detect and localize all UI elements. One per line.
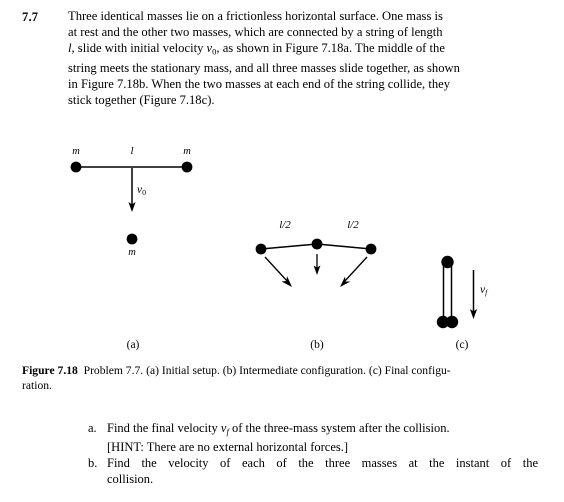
mass-dot-left xyxy=(255,243,267,255)
velocity-arrow-left-head xyxy=(281,276,292,287)
panel-a-graphics xyxy=(70,161,193,245)
label-half-length-right: l/2 xyxy=(347,219,359,231)
label-string-length: l xyxy=(130,145,134,157)
mass-dot-center xyxy=(311,238,323,250)
figure-caption-line1: Figure 7.18 Problem 7.7. (a) Initial set… xyxy=(22,364,542,379)
label-mass-left: m xyxy=(72,146,80,157)
figure-caption: Figure 7.18 Problem 7.7. (a) Initial set… xyxy=(22,364,542,393)
mass-dot-right xyxy=(181,161,193,173)
question-line: Find the velocity of each of the three m… xyxy=(107,456,538,471)
problem-line: in Figure 7.18b. When the two masses at … xyxy=(68,76,451,91)
problem-body: Three identical masses lie on a friction… xyxy=(68,8,542,108)
velocity-arrow-left-shaft xyxy=(264,256,289,283)
figure-caption-number: Figure 7.18 xyxy=(22,364,78,377)
problem-number: 7.7 xyxy=(22,10,39,24)
question-line: collision. xyxy=(107,472,154,487)
question-item-a: a. Find the final velocity vf of the thr… xyxy=(88,420,538,455)
question-hint: [HINT: There are no external horizontal … xyxy=(107,440,349,455)
mass-dot-stationary xyxy=(126,233,138,245)
problem-line: stick together (Figure 7.18c). xyxy=(68,92,215,107)
question-marker-a: a. xyxy=(88,421,97,435)
label-half-length-left: l/2 xyxy=(279,219,291,231)
problem-line-text: , slide with initial velocity xyxy=(71,41,207,56)
question-item-b: b. Find the velocity of each of the thre… xyxy=(88,455,538,487)
problem-line-text: , as shown in Figure 7.18a. The middle o… xyxy=(216,41,445,56)
panel-label-b: (b) xyxy=(310,339,324,351)
question-body-a: Find the final velocity vf of the three-… xyxy=(107,420,538,455)
problem-line-with-symbols: l, slide with initial velocity v0, as sh… xyxy=(68,40,542,59)
string-segment-left xyxy=(260,243,318,250)
label-mass-right: m xyxy=(183,146,191,157)
label-velocity-vf: vf xyxy=(480,284,488,298)
figure-caption-line2: ration. xyxy=(22,378,52,392)
question-body-b: Find the velocity of each of the three m… xyxy=(107,455,538,487)
label-mass-stationary: m xyxy=(128,247,136,258)
velocity-arrow-right-shaft xyxy=(343,256,368,283)
problem-line: at rest and the other two masses, which … xyxy=(68,25,443,40)
mass-dot-right xyxy=(365,243,377,255)
figure-7-18: m m l v0 m l/2 l/2 vf (a) (b) (c) xyxy=(0,140,564,358)
panel-label-a: (a) xyxy=(126,339,140,351)
symbol-vf: vf xyxy=(220,421,229,437)
mass-dot-left xyxy=(70,161,82,173)
panel-c-graphics xyxy=(436,255,478,329)
panel-b-graphics xyxy=(255,238,377,287)
mass-dot-top xyxy=(441,255,454,269)
question-list: a. Find the final velocity vf of the thr… xyxy=(88,420,538,487)
figure-caption-text: Problem 7.7. (a) Initial setup. (b) Inte… xyxy=(83,364,451,377)
question-line: Find the final velocity vf of the three-… xyxy=(107,421,450,437)
panel-label-c: (c) xyxy=(455,339,469,351)
velocity-arrow-right-head xyxy=(340,276,351,287)
symbol-v0: v0 xyxy=(206,41,217,57)
question-marker-b: b. xyxy=(88,456,98,471)
mass-dot-bottom-right xyxy=(445,315,459,329)
problem-statement: 7.7 Three identical masses lie on a fric… xyxy=(22,8,542,108)
string-segment-right xyxy=(316,243,372,250)
label-velocity-v0: v0 xyxy=(137,184,147,198)
problem-line: Three identical masses lie on a friction… xyxy=(68,9,443,23)
figure-graphics xyxy=(70,161,478,329)
problem-line: string meets the stationary mass, and al… xyxy=(68,60,460,75)
